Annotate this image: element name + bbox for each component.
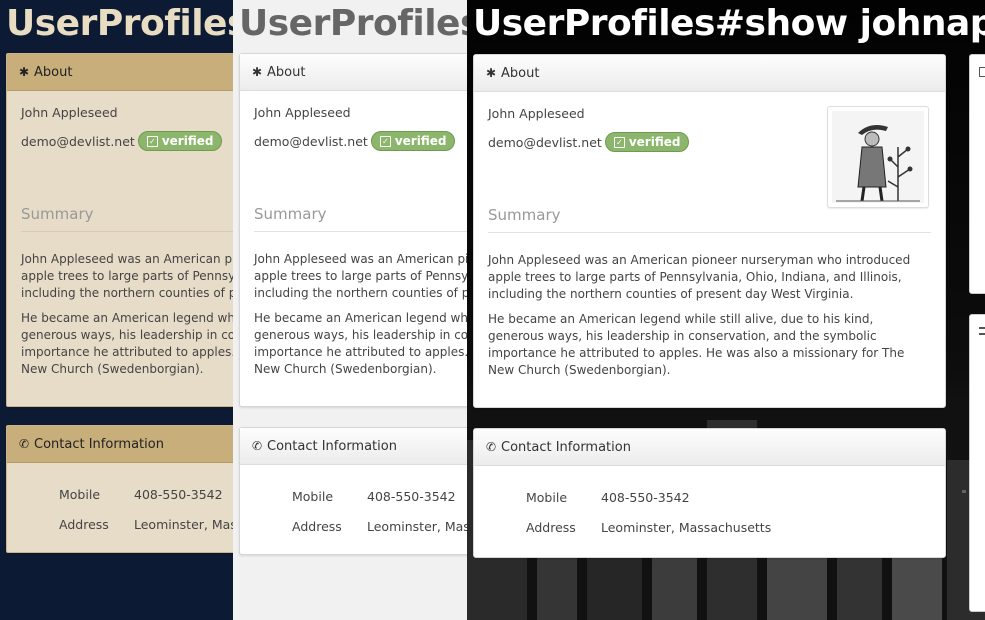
summary-paragraph: He became an American legend while still…: [254, 311, 467, 376]
contact-label: Address: [59, 516, 109, 532]
summary-paragraph: He became an American legend while still…: [21, 311, 233, 376]
about-title: About: [267, 65, 306, 80]
phone-icon: ✆: [18, 437, 30, 451]
contact-panel: ✆ Contact Information Mobile 408-550-3542 …: [6, 425, 233, 553]
asterisk-icon: ✱: [251, 65, 263, 79]
side-panel: [969, 314, 985, 612]
asterisk-icon: ✱: [485, 66, 497, 80]
summary-paragraph: John Appleseed was an American pioneer n…: [254, 252, 467, 300]
summary-title: Summary: [254, 205, 467, 232]
about-panel: ✱ About John Appleseed demo@devlist.net ✓…: [6, 53, 233, 407]
contact-table: Mobile 408-550-3542 Address Leominster, Ma…: [292, 481, 467, 541]
check-icon: ✓: [146, 135, 158, 147]
profile-name: John Appleseed: [254, 105, 351, 120]
about-panel-heading: ✱ About: [240, 54, 467, 91]
verified-label: verified: [161, 134, 214, 148]
verified-badge: ✓ verified: [370, 131, 456, 151]
image-icon: [979, 67, 985, 77]
contact-row: Mobile 408-550-3542: [59, 479, 233, 509]
contact-value: 408-550-3542: [601, 489, 690, 505]
contact-title: Contact Information: [267, 439, 397, 454]
about-panel: ✱ About John Appleseed demo@devlist.net ✓…: [239, 53, 467, 407]
contact-panel: ✆ Contact Information Mobile 408-550-3542 …: [473, 428, 946, 558]
email-line: demo@devlist.net ✓ verified: [21, 131, 233, 151]
contact-row: Address Leominster, Massachusetts: [292, 511, 467, 541]
contact-label: Address: [526, 519, 576, 535]
contact-value: 408-550-3542: [134, 486, 223, 502]
theme-preview-dark: UserProfiles#show johnappleseed ✱ About J…: [467, 0, 985, 620]
contact-table: Mobile 408-550-3542 Address Leominster, Ma…: [526, 482, 771, 542]
verified-badge: ✓ verified: [137, 131, 223, 151]
summary-title: Summary: [21, 205, 233, 232]
summary-paragraph: John Appleseed was an American pioneer n…: [488, 253, 911, 301]
about-title: About: [501, 66, 540, 81]
contact-panel-body: Mobile 408-550-3542 Address Leominster, Ma…: [7, 463, 233, 553]
contact-table: Mobile 408-550-3542 Address Leominster, Ma…: [59, 479, 233, 539]
contact-value: Leominster, Massachusetts: [601, 519, 772, 535]
verified-label: verified: [628, 135, 681, 149]
about-panel-heading: ✱ About: [7, 54, 233, 91]
about-panel-body: John Appleseed demo@devlist.net ✓ verifie…: [474, 92, 945, 393]
side-panel: [969, 54, 985, 294]
profile-email[interactable]: demo@devlist.net: [488, 135, 602, 150]
contact-panel-body: Mobile 408-550-3542 Address Leominster, Ma…: [474, 466, 945, 556]
contact-row: Address Leominster, Massachusetts: [59, 509, 233, 539]
contact-label: Mobile: [59, 486, 101, 502]
contact-row: Mobile 408-550-3542: [526, 482, 771, 512]
page-heading: UserProfiles#show johnappleseed: [6, 3, 233, 44]
contact-panel-heading: ✆ Contact Information: [474, 429, 945, 466]
page-heading: UserProfiles#show johnappleseed: [239, 3, 467, 44]
profile-email[interactable]: demo@devlist.net: [254, 134, 368, 149]
profile-name: John Appleseed: [21, 105, 118, 120]
contact-row: Address Leominster, Massachusetts: [526, 512, 771, 542]
contact-panel: ✆ Contact Information Mobile 408-550-3542 …: [239, 427, 467, 555]
contact-row: Mobile 408-550-3542: [292, 481, 467, 511]
phone-icon: ✆: [251, 439, 263, 453]
contact-value: 408-550-3542: [367, 488, 456, 504]
verified-label: verified: [394, 134, 447, 148]
check-icon: ✓: [613, 136, 625, 148]
check-icon: ✓: [379, 135, 391, 147]
summary-paragraph: John Appleseed was an American pioneer n…: [21, 252, 233, 300]
about-panel-body: John Appleseed demo@devlist.net ✓ verifie…: [240, 91, 467, 392]
email-line: demo@devlist.net ✓ verified: [254, 131, 467, 151]
contact-label: Mobile: [292, 488, 334, 504]
profile-illustration-icon: [832, 111, 924, 203]
about-panel-body: John Appleseed demo@devlist.net ✓ verifie…: [7, 91, 233, 392]
contact-label: Address: [292, 518, 342, 534]
asterisk-icon: ✱: [18, 65, 30, 79]
contact-panel-body: Mobile 408-550-3542 Address Leominster, Ma…: [240, 465, 467, 555]
contact-title: Contact Information: [501, 440, 631, 455]
list-icon: [979, 327, 985, 335]
phone-icon: ✆: [485, 440, 497, 454]
summary-paragraph: He became an American legend while still…: [488, 312, 905, 377]
contact-value: Leominster, Massachusetts: [134, 516, 233, 532]
contact-panel-heading: ✆ Contact Information: [240, 428, 467, 465]
about-title: About: [34, 65, 73, 80]
contact-panel-heading: ✆ Contact Information: [7, 426, 233, 463]
verified-badge: ✓ verified: [604, 132, 690, 152]
theme-preview-light: UserProfiles#show johnappleseed ✱ About J…: [233, 0, 467, 620]
theme-preview-tan: UserProfiles#show johnappleseed ✱ About J…: [0, 0, 233, 620]
contact-title: Contact Information: [34, 437, 164, 452]
page-heading: UserProfiles#show johnappleseed: [473, 3, 985, 44]
profile-photo: [827, 106, 929, 208]
about-panel: ✱ About John Appleseed demo@devlist.net ✓…: [473, 54, 946, 408]
about-panel-heading: ✱ About: [474, 55, 945, 92]
summary-title: Summary: [488, 206, 931, 233]
contact-value: Leominster, Massachusetts: [367, 518, 467, 534]
profile-email[interactable]: demo@devlist.net: [21, 134, 135, 149]
contact-label: Mobile: [526, 489, 568, 505]
